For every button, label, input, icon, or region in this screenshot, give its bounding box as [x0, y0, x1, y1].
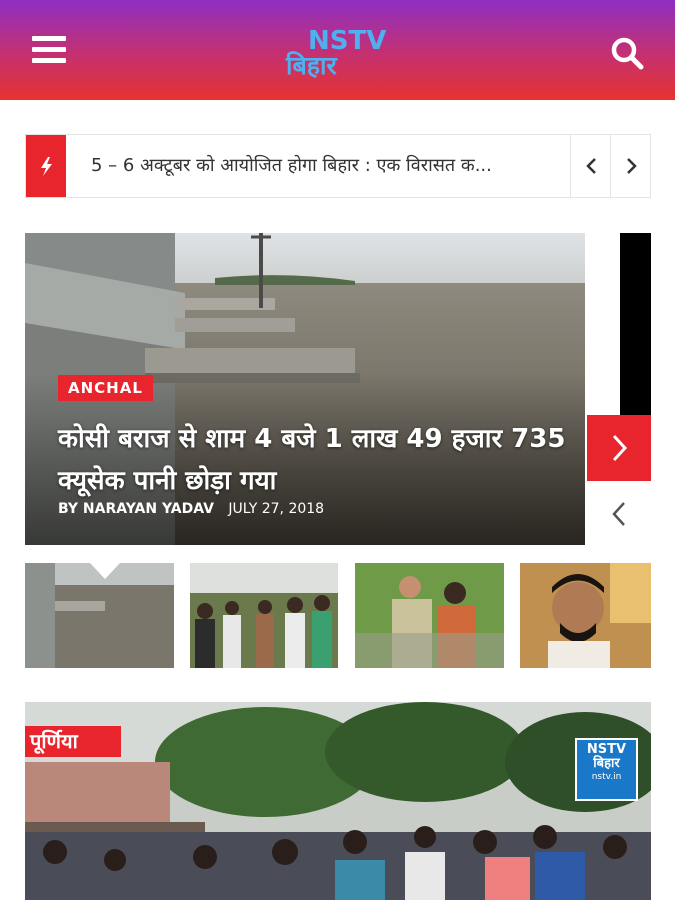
slider-next-button[interactable]	[587, 415, 651, 481]
slider-edge	[620, 233, 651, 415]
hamburger-menu-icon[interactable]	[32, 36, 66, 64]
publish-date: JULY 27, 2018	[228, 501, 325, 517]
chevron-left-icon	[612, 502, 625, 526]
ticker-next-button[interactable]	[610, 135, 651, 197]
nstv-bihar-logo[interactable]: NSTV बिहार	[284, 26, 394, 82]
ticker-prev-button[interactable]	[570, 135, 611, 197]
watermark-line2: बिहार	[593, 756, 620, 771]
logo-bihar-text: बिहार	[286, 51, 337, 80]
location-tag: पूर्णिया	[25, 726, 121, 757]
ticker-headline[interactable]: 5 – 6 अक्टूबर को आयोजित होगा बिहार : एक …	[91, 135, 569, 197]
search-icon[interactable]	[607, 33, 647, 73]
category-badge[interactable]: ANCHAL	[58, 375, 153, 401]
featured-byline: BY NARAYAN YADAV JULY 27, 2018	[58, 501, 324, 517]
slider-prev-button[interactable]	[597, 495, 641, 535]
watermark-line3: nstv.in	[591, 772, 622, 782]
chevron-left-icon	[586, 158, 596, 174]
chevron-right-icon	[627, 158, 637, 174]
nstv-watermark-logo: NSTV बिहार nstv.in	[575, 738, 638, 801]
watermark-line1: NSTV	[586, 742, 627, 757]
breaking-news-ticker: 5 – 6 अक्टूबर को आयोजित होगा बिहार : एक …	[25, 134, 651, 198]
app-header: NSTV बिहार	[0, 0, 675, 100]
thumbnail-couple[interactable]	[355, 563, 504, 668]
author-name[interactable]: BY NARAYAN YADAV	[58, 501, 214, 517]
chevron-right-icon	[612, 434, 628, 462]
featured-headline[interactable]: कोसी बराज से शाम 4 बजे 1 लाख 49 हजार 735…	[58, 418, 568, 502]
thumbnail-barrage[interactable]	[25, 563, 174, 668]
thumbnail-portrait[interactable]	[520, 563, 651, 668]
thumbnail-crowd[interactable]	[190, 563, 338, 668]
lightning-bolt-icon	[26, 135, 66, 197]
